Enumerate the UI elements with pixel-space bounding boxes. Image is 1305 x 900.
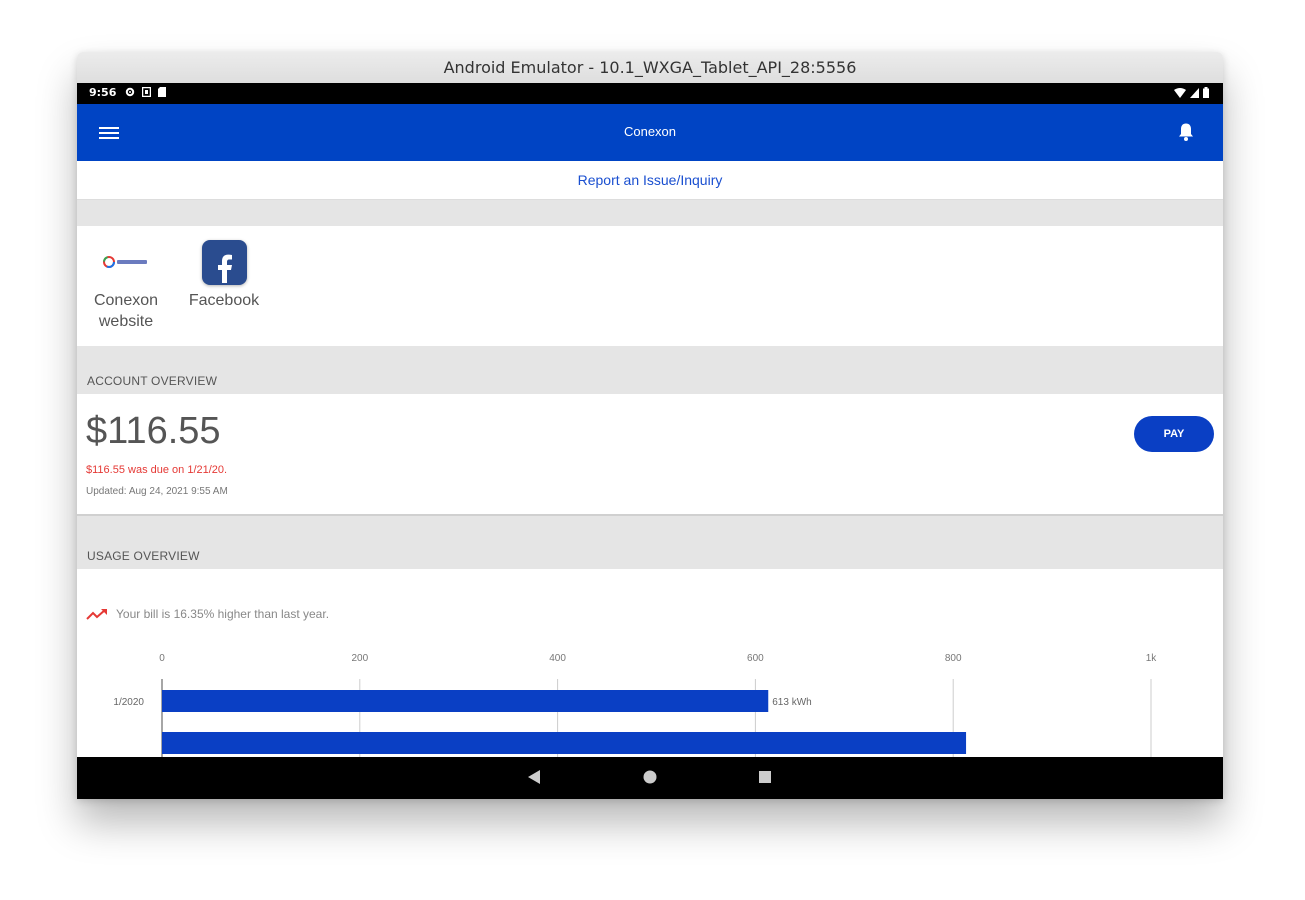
bar [162,732,967,754]
facebook-link[interactable]: Facebook [181,240,267,311]
report-issue-link[interactable]: Report an Issue/Inquiry [77,161,1223,200]
recents-icon[interactable] [758,769,772,785]
usage-overview-header: USAGE OVERVIEW [77,516,1223,569]
conexon-website-link[interactable]: Conexon website [89,240,163,332]
trend-row: Your bill is 16.35% higher than last yea… [86,607,329,621]
x-tick-label: 800 [945,653,962,664]
trending-up-icon [86,609,107,620]
android-nav-bar [77,757,1223,799]
emulator-window: Android Emulator - 10.1_WXGA_Tablet_API_… [77,52,1223,799]
due-notice: $116.55 was due on 1/21/20. [86,464,228,476]
bar [162,690,769,712]
signal-icon [1190,87,1199,98]
status-time: 9:56 [89,86,117,99]
settings-icon [125,87,135,97]
account-overview-header: ACCOUNT OVERVIEW [77,346,1223,394]
x-tick-label: 200 [351,653,368,664]
bar-value-label: 613 kWh [772,697,811,708]
x-tick-label: 0 [159,653,165,664]
trend-text: Your bill is 16.35% higher than last yea… [116,607,330,621]
usage-overview-card: Your bill is 16.35% higher than last yea… [77,569,1223,759]
wifi-icon [1174,87,1186,98]
home-icon[interactable] [643,769,657,785]
conexon-website-label-line2: website [98,313,154,330]
x-tick-label: 400 [549,653,566,664]
clipboard-icon [158,87,166,97]
category-label: 1/2020 [113,697,144,708]
app-bar: Conexon [77,104,1223,161]
status-bar: 9:56 [77,83,1223,104]
quick-links: Conexon website Facebook [77,226,1223,346]
account-overview-card: $116.55 $116.55 was due on 1/21/20. Upda… [77,394,1223,516]
facebook-label: Facebook [188,292,260,309]
sd-card-icon [142,87,151,97]
window-title: Android Emulator - 10.1_WXGA_Tablet_API_… [77,52,1223,84]
usage-overview-title: USAGE OVERVIEW [87,549,200,563]
back-icon[interactable] [527,769,541,785]
updated-timestamp: Updated: Aug 24, 2021 9:55 AM [86,486,228,497]
divider-band [77,200,1223,226]
account-balance: $116.55 [86,410,221,452]
conexon-logo-graphic [103,256,147,268]
app-title: Conexon [623,124,677,139]
usage-chart: 0 200 400 600 800 1k 1/2020 613 kWh [113,653,1158,759]
pay-button[interactable]: PAY [1134,416,1214,452]
x-tick-label: 600 [747,653,764,664]
battery-icon [1203,87,1209,98]
conexon-website-label-line1: Conexon [93,292,159,309]
conexon-logo [96,240,156,284]
facebook-icon [201,240,247,285]
x-tick-label: 1k [1146,653,1158,664]
account-overview-title: ACCOUNT OVERVIEW [87,374,218,388]
notification-bell-icon[interactable] [1177,122,1195,142]
